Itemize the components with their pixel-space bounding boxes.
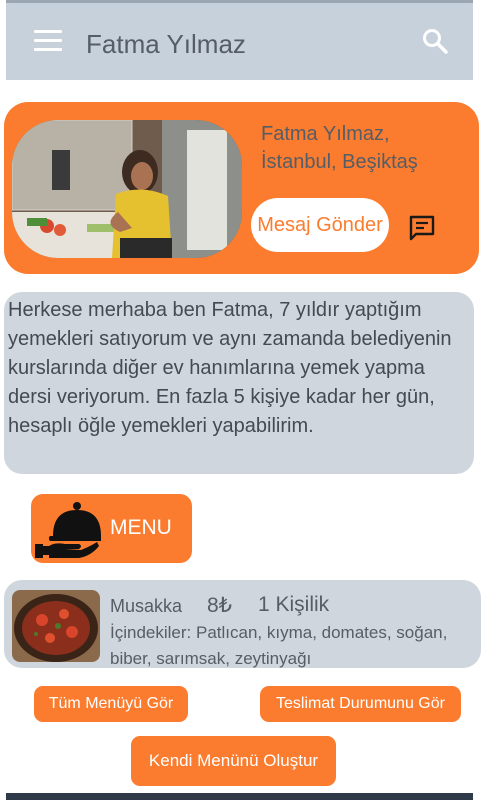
profile-photo xyxy=(12,120,242,258)
view-full-menu-button[interactable]: Tüm Menüyü Gör xyxy=(34,686,188,722)
hamburger-menu-icon[interactable] xyxy=(34,30,62,52)
app-title: Fatma Yılmaz xyxy=(86,29,246,59)
dish-photo xyxy=(12,590,100,662)
search-icon[interactable] xyxy=(421,27,449,55)
send-message-button[interactable]: Mesaj Gönder xyxy=(251,198,389,252)
profile-card: Fatma Yılmaz, İstanbul, Beşiktaş Mesaj G… xyxy=(4,102,479,274)
dish-price: 8₺ xyxy=(207,594,233,617)
serving-cloche-icon xyxy=(35,502,101,558)
dish-ingredients: İçindekiler: Patlıcan, kıyma, domates, s… xyxy=(110,623,448,668)
profile-location: İstanbul, Beşiktaş xyxy=(261,151,418,173)
create-own-menu-button[interactable]: Kendi Menünü Oluştur xyxy=(131,736,336,786)
app-bar: Fatma Yılmaz xyxy=(6,0,473,80)
bottom-bar xyxy=(6,793,473,800)
message-icon[interactable] xyxy=(408,214,436,242)
menu-button-label: MENU xyxy=(110,516,172,539)
profile-name: Fatma Yılmaz, xyxy=(261,123,390,145)
menu-button[interactable]: MENU xyxy=(31,494,192,563)
profile-name-location: Fatma Yılmaz, İstanbul, Beşiktaş xyxy=(261,120,471,176)
view-delivery-status-button[interactable]: Teslimat Durumunu Gör xyxy=(260,686,461,722)
dish-name: Musakka xyxy=(110,596,183,616)
bio-text: Herkese merhaba ben Fatma, 7 yıldır yapt… xyxy=(4,292,474,474)
menu-item-card[interactable]: Musakka 8₺ 1 Kişilik İçindekiler: Patlıc… xyxy=(4,580,481,668)
dish-portion: 1 Kişilik xyxy=(258,593,330,616)
